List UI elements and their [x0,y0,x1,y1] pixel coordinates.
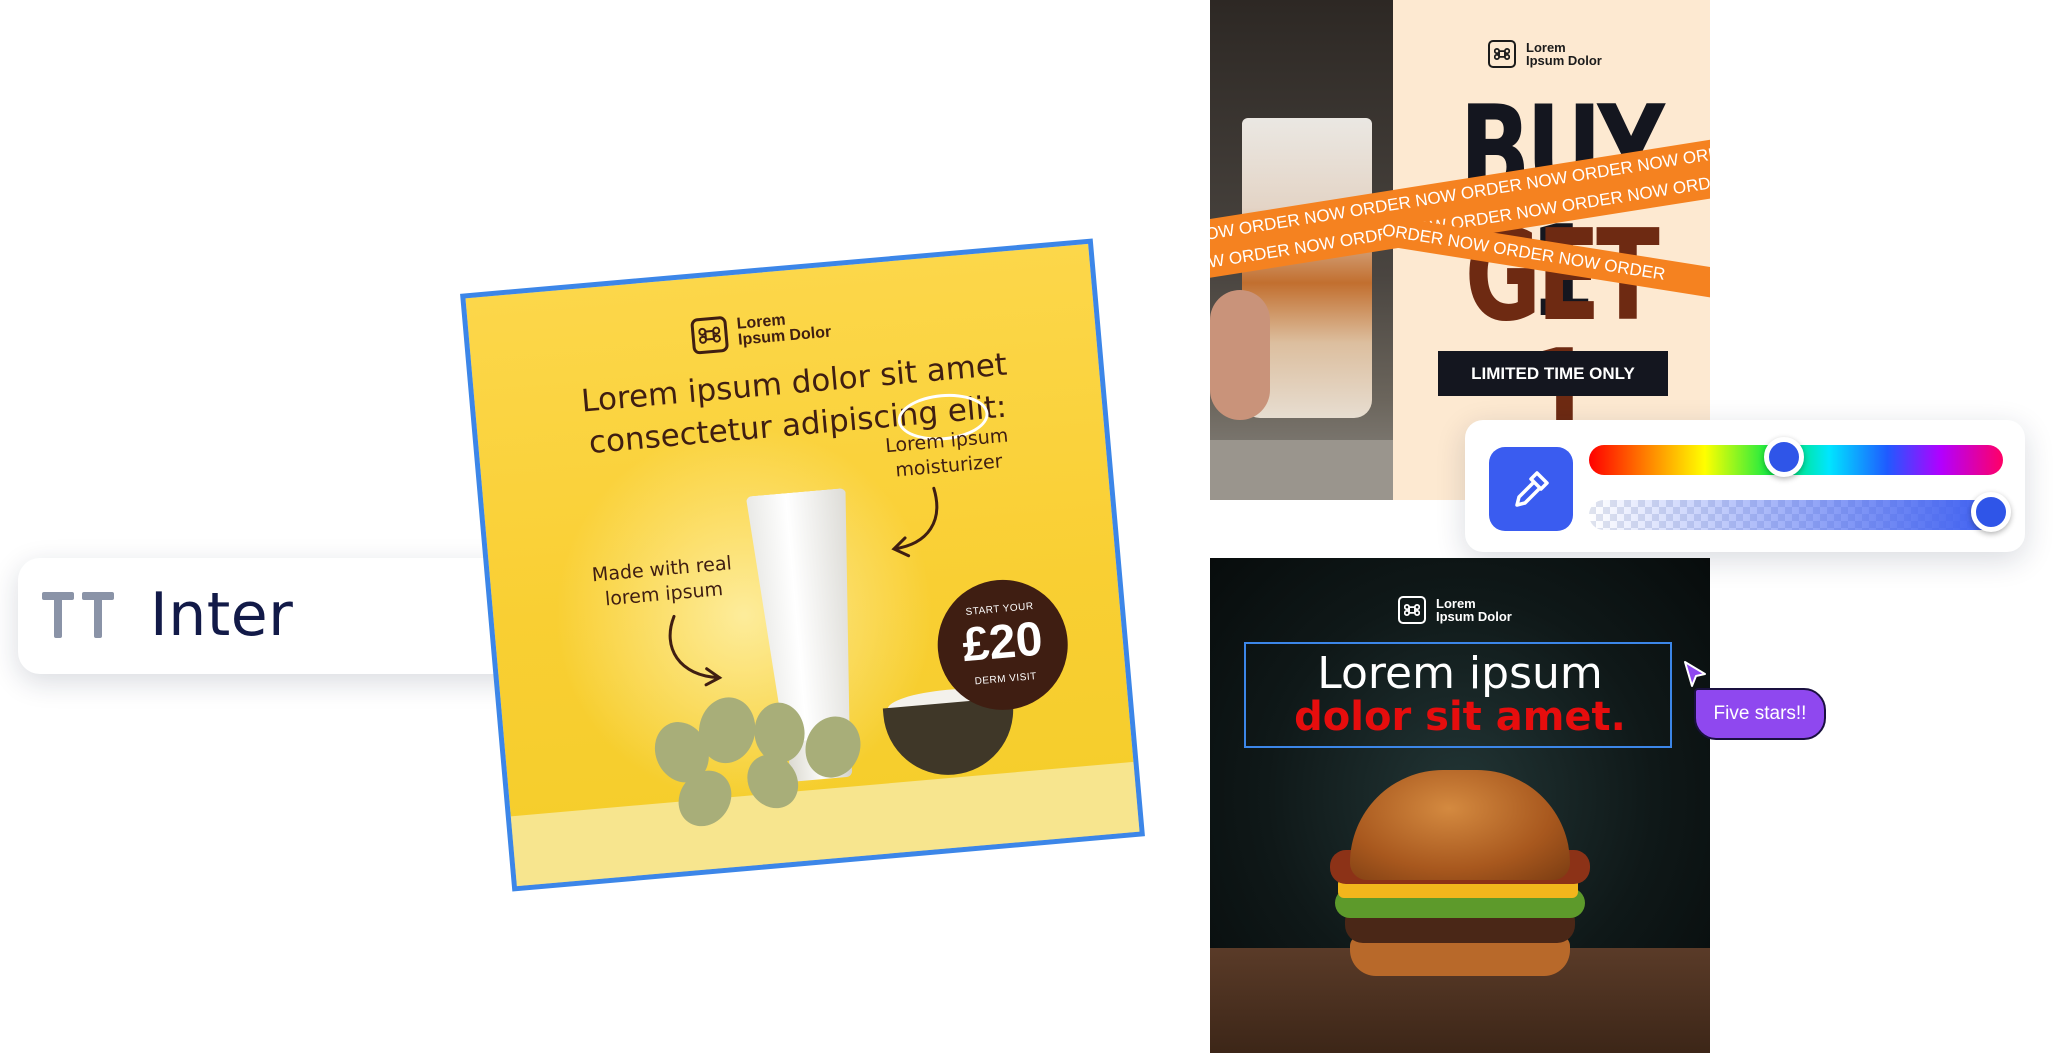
burger-headline-line2: dolor sit amet. [1294,694,1626,740]
command-key-icon [1398,596,1426,624]
color-picker-panel [1465,420,2025,552]
hue-slider[interactable] [1589,437,2003,477]
burger-headline-line1: Lorem ipsum [1317,648,1603,699]
command-key-icon [1488,40,1516,68]
limited-time-banner: LIMITED TIME ONLY [1438,351,1668,396]
font-name: Inter [150,580,294,650]
burger-photo [1350,770,1570,880]
eyedropper-button[interactable] [1489,447,1573,531]
font-tt-icon [42,592,114,638]
burger-ad-card[interactable]: Lorem Ipsum Dolor Lorem ipsum dolor sit … [1210,558,1710,1053]
curved-arrow-icon [668,614,723,687]
collaborator-comment: Five stars!! [1694,688,1826,740]
skincare-ad-canvas: Lorem Ipsum Dolor Lorem ipsum dolor sit … [460,238,1145,892]
skincare-ad-card[interactable]: Lorem Ipsum Dolor Lorem ipsum dolor sit … [460,238,1145,892]
curved-arrow-icon [891,486,939,558]
hue-slider-handle[interactable] [1764,437,1804,477]
eyedropper-icon [1515,471,1549,507]
brand-logo: Lorem Ipsum Dolor [690,307,832,355]
brand-logo: Lorem Ipsum Dolor [1488,40,1602,68]
brand-logo: Lorem Ipsum Dolor [1398,596,1512,624]
pointer-cursor-icon [1684,661,1706,687]
opacity-slider[interactable] [1589,492,2011,532]
opacity-slider-handle[interactable] [1971,492,2011,532]
command-key-icon [690,315,730,355]
